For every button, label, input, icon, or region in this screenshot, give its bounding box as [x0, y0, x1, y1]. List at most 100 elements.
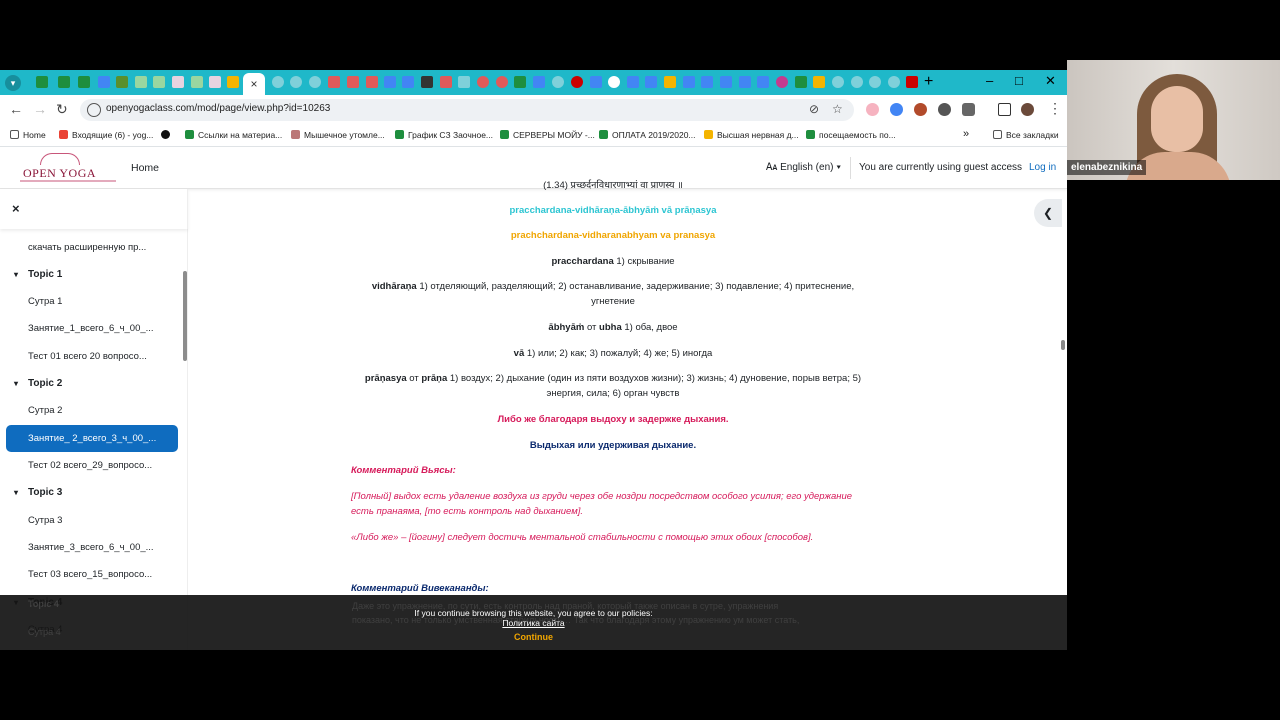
slides-tab-icon[interactable] [664, 76, 676, 88]
site-tab-icon[interactable] [813, 76, 825, 88]
site-tab-icon[interactable] [832, 76, 844, 88]
docs-tab-icon[interactable] [701, 76, 713, 88]
course-index-item[interactable]: скачать расширенную пр... [28, 242, 146, 253]
github-icon[interactable] [161, 130, 174, 140]
bookmark-star-icon[interactable]: ☆ [832, 102, 843, 116]
side-panel-icon[interactable] [998, 103, 1011, 116]
page-scrollbar[interactable] [1061, 340, 1065, 350]
docs-tab-icon[interactable] [645, 76, 657, 88]
bookmark-item[interactable]: СЕРВЕРЫ МОЙУ -... [500, 130, 595, 140]
extension-icon[interactable] [866, 103, 879, 116]
docs-tab-icon[interactable] [384, 76, 396, 88]
course-index-item[interactable]: Сутра 1 [28, 296, 62, 307]
yoga-tab-icon[interactable] [172, 76, 184, 88]
site-tab-icon[interactable] [153, 76, 165, 88]
site-tab-icon[interactable] [496, 76, 508, 88]
site-tab-icon[interactable] [191, 76, 203, 88]
url-text[interactable]: openyogaclass.com/mod/page/view.php?id=1… [106, 103, 330, 114]
close-window-icon[interactable]: ✕ [1045, 73, 1056, 89]
video-tab-icon[interactable] [347, 76, 359, 88]
site-tab-icon[interactable] [421, 76, 433, 88]
more-bookmarks-icon[interactable]: » [963, 128, 969, 140]
video-tab-icon[interactable] [366, 76, 378, 88]
site-tab-icon[interactable] [533, 76, 545, 88]
gmail-tab-icon[interactable] [440, 76, 452, 88]
course-index-item-active[interactable]: Занятие_ 2_всего_3_ч_00_... [6, 425, 178, 452]
course-index-item[interactable]: Тест 02 всего_29_вопросо... [28, 460, 152, 471]
sheets-tab-icon[interactable] [514, 76, 526, 88]
drawer-scrollbar[interactable] [183, 271, 187, 361]
sheets-tab-icon[interactable] [78, 76, 90, 88]
extension-icon[interactable] [914, 103, 927, 116]
active-tab[interactable]: × [243, 73, 265, 95]
close-tab-icon[interactable]: × [250, 77, 257, 91]
login-link[interactable]: Log in [1029, 162, 1056, 173]
course-index-item[interactable]: Сутра 3 [28, 515, 62, 526]
language-menu[interactable]: 🗛 English (en) ▾ [766, 162, 841, 173]
site-tab-icon[interactable] [571, 76, 583, 88]
bookmark-item[interactable]: Высшая нервная д... [704, 130, 799, 140]
open-yoga-logo[interactable]: OPEN YOGA [10, 153, 116, 185]
site-tab-icon[interactable] [906, 76, 918, 88]
yoga-tab-icon[interactable] [209, 76, 221, 88]
slides-tab-icon[interactable] [227, 76, 239, 88]
site-tab-icon[interactable] [851, 76, 863, 88]
course-index-topic[interactable]: ▾ Topic 3 [14, 487, 62, 498]
bookmark-item[interactable]: ОПЛАТА 2019/2020... [599, 130, 696, 140]
docs-tab-icon[interactable] [98, 76, 110, 88]
site-info-icon[interactable] [87, 103, 101, 117]
extension-icon[interactable] [938, 103, 951, 116]
extension-icon[interactable] [890, 103, 903, 116]
minimize-icon[interactable]: – [986, 73, 993, 88]
docs-tab-icon[interactable] [757, 76, 769, 88]
close-drawer-icon[interactable]: × [12, 201, 20, 216]
bookmark-item[interactable]: Ссылки на материа... [185, 130, 282, 140]
tab-search-icon[interactable]: ▾ [5, 75, 21, 91]
site-tab-icon[interactable] [290, 76, 302, 88]
sheets-tab-icon[interactable] [58, 76, 70, 88]
site-tab-icon[interactable] [608, 76, 620, 88]
new-tab-button[interactable]: + [924, 73, 933, 91]
bookmark-item[interactable]: Входящие (6) - yog... [59, 130, 153, 140]
profile-avatar[interactable] [1021, 103, 1034, 116]
reload-icon[interactable]: ↻ [56, 101, 68, 118]
site-tab-icon[interactable] [590, 76, 602, 88]
site-tab-icon[interactable] [888, 76, 900, 88]
site-tab-icon[interactable] [776, 76, 788, 88]
maximize-icon[interactable]: □ [1015, 73, 1023, 88]
course-index-item[interactable]: Сутра 2 [28, 405, 62, 416]
bookmark-item[interactable]: Home [10, 130, 46, 140]
install-icon[interactable]: ⊘ [809, 102, 819, 116]
extensions-puzzle-icon[interactable] [962, 103, 975, 116]
open-block-drawer-icon[interactable]: ❮ [1034, 199, 1062, 227]
bookmark-item[interactable]: Мышечное утомле... [291, 130, 385, 140]
course-index-topic[interactable]: ▾ Topic 2 [14, 378, 62, 389]
docs-tab-icon[interactable] [402, 76, 414, 88]
course-index-item[interactable]: Занятие_1_всего_6_ч_00_... [28, 323, 154, 334]
sheets-tab-icon[interactable] [795, 76, 807, 88]
docs-tab-icon[interactable] [739, 76, 751, 88]
site-tab-icon[interactable] [552, 76, 564, 88]
course-index-item[interactable]: Тест 03 всего_15_вопросо... [28, 569, 152, 580]
back-icon[interactable]: ← [9, 101, 23, 117]
course-index-item[interactable]: Тест 01 всего 20 вопросо... [28, 351, 147, 362]
continue-button[interactable]: Continue [0, 632, 1067, 642]
site-tab-icon[interactable] [477, 76, 489, 88]
browser-menu-icon[interactable]: ⋮ [1048, 100, 1062, 117]
all-bookmarks-button[interactable]: Все закладки [993, 130, 1059, 140]
site-tab-icon[interactable] [135, 76, 147, 88]
docs-tab-icon[interactable] [683, 76, 695, 88]
course-index-topic[interactable]: ▾ Topic 1 [14, 269, 62, 280]
address-bar[interactable]: openyogaclass.com/mod/page/view.php?id=1… [80, 99, 854, 121]
site-tab-icon[interactable] [458, 76, 470, 88]
site-tab-icon[interactable] [116, 76, 128, 88]
video-tab-icon[interactable] [328, 76, 340, 88]
forward-icon[interactable]: → [33, 101, 47, 117]
docs-tab-icon[interactable] [720, 76, 732, 88]
site-tab-icon[interactable] [309, 76, 321, 88]
bookmark-item[interactable]: посещаемость по... [806, 130, 896, 140]
course-index-item[interactable]: Занятие_3_всего_6_ч_00_... [28, 542, 154, 553]
bookmark-item[interactable]: График СЗ Заочное... [395, 130, 493, 140]
docs-tab-icon[interactable] [627, 76, 639, 88]
site-tab-icon[interactable] [272, 76, 284, 88]
